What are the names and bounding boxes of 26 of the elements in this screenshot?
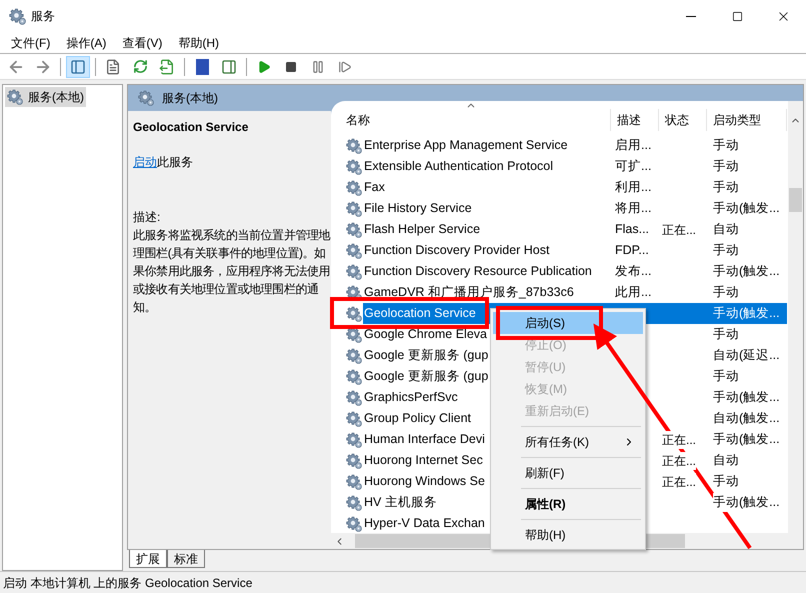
table-cell: 手动(触发... bbox=[713, 199, 780, 218]
service-title: Geolocation Service bbox=[133, 119, 250, 136]
table-cell-text: 将用... bbox=[614, 200, 652, 218]
status-text: 启动 本地计算机 上的服务 Geolocation Service bbox=[3, 574, 252, 592]
table-cell: 自动(延迟... bbox=[713, 346, 780, 365]
table-cell-text: 可扩... bbox=[614, 158, 652, 176]
table-cell: 手动(触发... bbox=[713, 430, 780, 449]
table-cell: 手动(触发... bbox=[713, 262, 780, 281]
description-text: 此服务将监视系统的当前位置并管理地理围栏(具有关联事件的地理位置)。如果你禁用此服务，应用程序将无法使用或接收有关地理位置或地理围栏的通知。 bbox=[133, 227, 332, 316]
table-cell-text: 手动(触发... bbox=[713, 305, 780, 322]
table-cell: 正在... bbox=[662, 452, 696, 470]
table-cell-text: 发布... bbox=[614, 263, 652, 280]
table-cell-text: 启用... bbox=[614, 137, 652, 154]
window-title: 服务 bbox=[31, 8, 55, 25]
table-cell: 正在... bbox=[662, 430, 696, 448]
table-cell-text: FDP... bbox=[614, 242, 650, 260]
table-cell: 手动(触发... bbox=[713, 388, 780, 407]
table-cell-text: 利用... bbox=[614, 179, 652, 196]
table-cell-text: Flas... bbox=[614, 221, 650, 238]
description-label: 描述: bbox=[133, 209, 162, 226]
table-cell-text: 此用... bbox=[614, 284, 652, 302]
start-service-text: 启动此服务 bbox=[133, 154, 193, 171]
table-cell: 手动(触发... bbox=[713, 493, 780, 512]
table-cell: 自动(触发... bbox=[713, 409, 780, 428]
pane-title: 服务(本地) bbox=[162, 90, 218, 107]
table-cell: 正在... bbox=[662, 472, 696, 490]
